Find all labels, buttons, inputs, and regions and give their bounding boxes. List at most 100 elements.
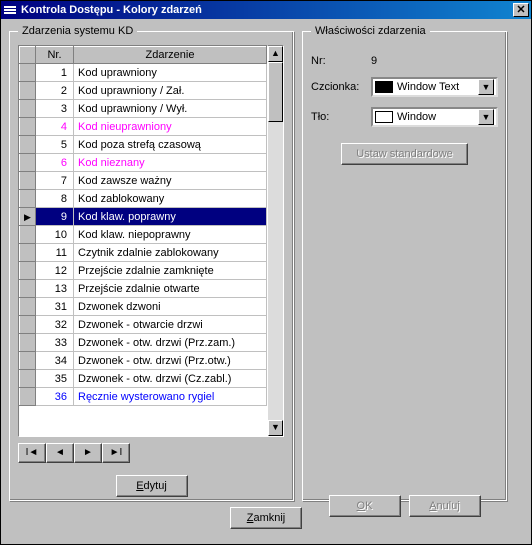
cancel-button[interactable]: Anuluj <box>409 495 481 517</box>
row-header[interactable] <box>20 280 36 298</box>
row-header[interactable] <box>20 298 36 316</box>
cell-event[interactable]: Kod zawsze ważny <box>74 172 267 190</box>
defaults-button[interactable]: Ustaw standardowe <box>341 143 468 165</box>
cell-event[interactable]: Czytnik zdalnie zablokowany <box>74 244 267 262</box>
cell-nr[interactable]: 4 <box>36 118 74 136</box>
table-row[interactable]: 7Kod zawsze ważny <box>20 172 267 190</box>
cell-nr[interactable]: 31 <box>36 298 74 316</box>
scroll-thumb[interactable] <box>268 62 283 122</box>
table-row[interactable]: 34Dzwonek - otw. drzwi (Prz.otw.) <box>20 352 267 370</box>
scroll-up-icon[interactable]: ▲ <box>268 46 283 62</box>
cell-nr[interactable]: 2 <box>36 82 74 100</box>
grid-scrollbar[interactable]: ▲ ▼ <box>268 45 284 437</box>
cell-nr[interactable]: 3 <box>36 100 74 118</box>
table-row[interactable]: 31Dzwonek dzwoni <box>20 298 267 316</box>
cell-nr[interactable]: 11 <box>36 244 74 262</box>
row-header[interactable] <box>20 262 36 280</box>
font-color-combo[interactable]: Window Text ▼ <box>371 77 498 97</box>
cell-event[interactable]: Dzwonek - otwarcie drzwi <box>74 316 267 334</box>
ok-button[interactable]: OK <box>329 495 401 517</box>
row-header[interactable] <box>20 64 36 82</box>
nav-next-icon[interactable]: ► <box>74 443 102 463</box>
table-row[interactable]: 13Przejście zdalnie otwarte <box>20 280 267 298</box>
cell-event[interactable]: Dzwonek - otw. drzwi (Prz.zam.) <box>74 334 267 352</box>
scroll-down-icon[interactable]: ▼ <box>268 420 283 436</box>
table-row[interactable]: 33Dzwonek - otw. drzwi (Prz.zam.) <box>20 334 267 352</box>
table-row[interactable]: 36Ręcznie wysterowano rygiel <box>20 388 267 406</box>
cell-event[interactable]: Kod nieznany <box>74 154 267 172</box>
cell-event[interactable]: Kod poza strefą czasową <box>74 136 267 154</box>
cell-nr[interactable]: 32 <box>36 316 74 334</box>
events-grid[interactable]: Nr. Zdarzenie 1Kod uprawniony2Kod uprawn… <box>18 45 268 437</box>
scroll-track[interactable] <box>268 122 283 420</box>
cell-nr[interactable]: 34 <box>36 352 74 370</box>
cell-event[interactable]: Dzwonek - otw. drzwi (Prz.otw.) <box>74 352 267 370</box>
row-header[interactable] <box>20 118 36 136</box>
cell-event[interactable]: Kod uprawniony / Zał. <box>74 82 267 100</box>
nav-prev-icon[interactable]: ◄ <box>46 443 74 463</box>
cell-nr[interactable]: 9 <box>36 208 74 226</box>
cell-nr[interactable]: 8 <box>36 190 74 208</box>
bg-color-combo[interactable]: Window ▼ <box>371 107 498 127</box>
cell-nr[interactable]: 6 <box>36 154 74 172</box>
row-header[interactable] <box>20 388 36 406</box>
row-header[interactable] <box>20 172 36 190</box>
table-row[interactable]: 1Kod uprawniony <box>20 64 267 82</box>
cell-nr[interactable]: 1 <box>36 64 74 82</box>
table-row[interactable]: 11Czytnik zdalnie zablokowany <box>20 244 267 262</box>
cell-event[interactable]: Kod klaw. niepoprawny <box>74 226 267 244</box>
table-row[interactable]: 32Dzwonek - otwarcie drzwi <box>20 316 267 334</box>
col-nr[interactable]: Nr. <box>36 47 74 64</box>
cell-event[interactable]: Kod nieuprawniony <box>74 118 267 136</box>
nav-last-icon[interactable]: ►I <box>102 443 130 463</box>
cell-nr[interactable]: 7 <box>36 172 74 190</box>
table-row[interactable]: 3Kod uprawniony / Wył. <box>20 100 267 118</box>
table-row[interactable]: 8Kod zablokowany <box>20 190 267 208</box>
table-row[interactable]: 6Kod nieznany <box>20 154 267 172</box>
cell-event[interactable]: Dzwonek - otw. drzwi (Cz.zabl.) <box>74 370 267 388</box>
cell-nr[interactable]: 36 <box>36 388 74 406</box>
edit-button[interactable]: Edytuj <box>116 475 188 497</box>
cell-nr[interactable]: 35 <box>36 370 74 388</box>
row-header[interactable] <box>20 154 36 172</box>
cell-event[interactable]: Kod uprawniony / Wył. <box>74 100 267 118</box>
cell-event[interactable]: Kod uprawniony <box>74 64 267 82</box>
close-button[interactable]: Zamknij <box>230 507 302 529</box>
cell-event[interactable]: Kod klaw. poprawny <box>74 208 267 226</box>
table-row[interactable]: 12Przejście zdalnie zamknięte <box>20 262 267 280</box>
chevron-down-icon[interactable]: ▼ <box>478 109 494 125</box>
row-header[interactable] <box>20 100 36 118</box>
table-row[interactable]: 10Kod klaw. niepoprawny <box>20 226 267 244</box>
row-header[interactable] <box>20 190 36 208</box>
close-icon[interactable]: ✕ <box>513 3 529 17</box>
row-header[interactable] <box>20 208 36 226</box>
nav-first-icon[interactable]: I◄ <box>18 443 46 463</box>
table-row[interactable]: 4Kod nieuprawniony <box>20 118 267 136</box>
table-row[interactable]: 5Kod poza strefą czasową <box>20 136 267 154</box>
cell-nr[interactable]: 10 <box>36 226 74 244</box>
table-row[interactable]: 2Kod uprawniony / Zał. <box>20 82 267 100</box>
rowhead-header[interactable] <box>20 47 36 64</box>
cell-nr[interactable]: 13 <box>36 280 74 298</box>
row-header[interactable] <box>20 82 36 100</box>
row-header[interactable] <box>20 226 36 244</box>
chevron-down-icon[interactable]: ▼ <box>478 79 494 95</box>
cell-event[interactable]: Dzwonek dzwoni <box>74 298 267 316</box>
cell-event[interactable]: Przejście zdalnie otwarte <box>74 280 267 298</box>
table-row[interactable]: 9Kod klaw. poprawny <box>20 208 267 226</box>
row-header[interactable] <box>20 370 36 388</box>
row-header[interactable] <box>20 334 36 352</box>
cell-event[interactable]: Przejście zdalnie zamknięte <box>74 262 267 280</box>
cell-event[interactable]: Ręcznie wysterowano rygiel <box>74 388 267 406</box>
row-header[interactable] <box>20 352 36 370</box>
cell-nr[interactable]: 33 <box>36 334 74 352</box>
row-header[interactable] <box>20 316 36 334</box>
row-header[interactable] <box>20 244 36 262</box>
col-event[interactable]: Zdarzenie <box>74 47 267 64</box>
titlebar[interactable]: Kontrola Dostępu - Kolory zdarzeń ✕ <box>1 1 531 19</box>
table-row[interactable]: 35Dzwonek - otw. drzwi (Cz.zabl.) <box>20 370 267 388</box>
cell-nr[interactable]: 12 <box>36 262 74 280</box>
row-header[interactable] <box>20 136 36 154</box>
cell-event[interactable]: Kod zablokowany <box>74 190 267 208</box>
cell-nr[interactable]: 5 <box>36 136 74 154</box>
